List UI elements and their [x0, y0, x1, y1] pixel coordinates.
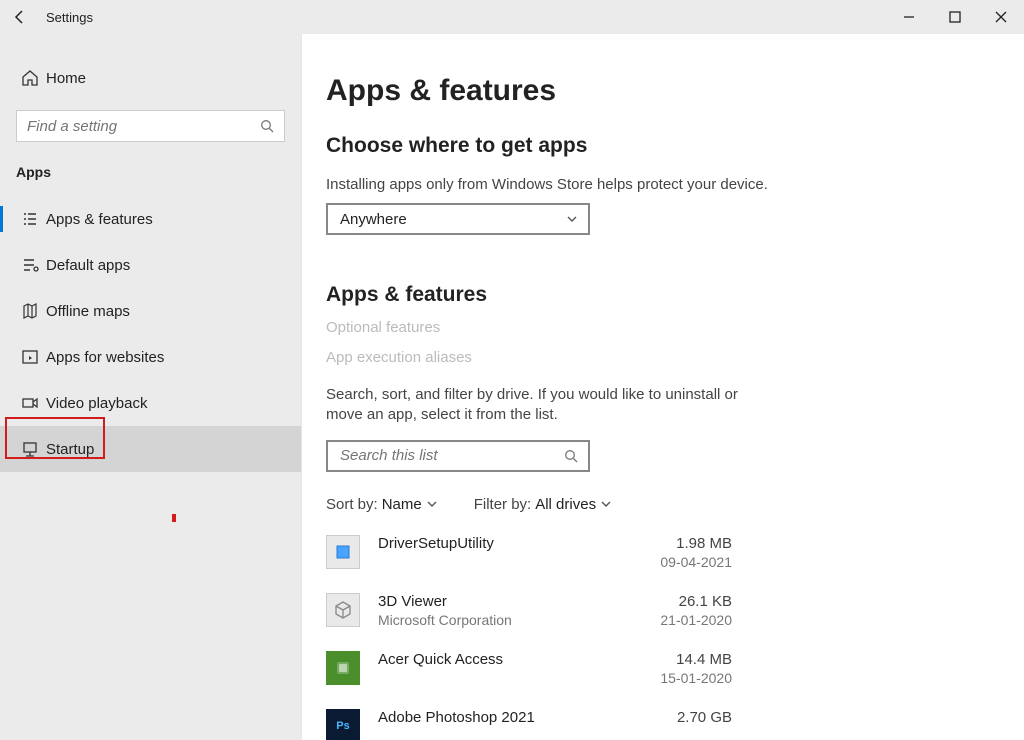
- app-icon: Ps: [326, 709, 360, 740]
- sidebar-item-label: Apps for websites: [46, 349, 164, 366]
- sidebar-item-default-apps[interactable]: Default apps: [0, 242, 301, 288]
- app-vendor: Microsoft Corporation: [378, 612, 512, 628]
- app-execution-aliases-link[interactable]: App execution aliases: [326, 349, 472, 366]
- app-size: 14.4 MB: [660, 651, 732, 668]
- app-name: DriverSetupUtility: [378, 535, 494, 552]
- main-content: Apps & features Choose where to get apps…: [302, 34, 1024, 740]
- sidebar-item-label: Apps & features: [46, 211, 153, 228]
- sort-by-select[interactable]: Sort by: Name: [326, 496, 438, 513]
- app-size: 1.98 MB: [660, 535, 732, 552]
- sidebar-section-title: Apps: [16, 164, 301, 180]
- defaults-icon: [16, 256, 44, 274]
- app-source-value: Anywhere: [340, 211, 407, 228]
- startup-icon: [16, 440, 44, 458]
- window-title: Settings: [46, 10, 93, 25]
- optional-features-link[interactable]: Optional features: [326, 319, 440, 336]
- search-icon: [260, 119, 274, 133]
- app-date: 21-01-2020: [660, 612, 732, 628]
- list-icon: [16, 210, 44, 228]
- app-row[interactable]: 3D Viewer Microsoft Corporation 26.1 KB …: [326, 593, 736, 651]
- filter-by-select[interactable]: Filter by: All drives: [474, 496, 612, 513]
- app-name: Acer Quick Access: [378, 651, 503, 668]
- sort-label: Sort by:: [326, 496, 378, 513]
- filter-value: All drives: [535, 496, 596, 513]
- sidebar-item-startup[interactable]: Startup: [0, 426, 301, 472]
- home-icon: [16, 69, 44, 87]
- home-nav[interactable]: Home: [0, 56, 301, 100]
- close-button[interactable]: [978, 0, 1024, 34]
- cursor-indicator: [172, 514, 176, 522]
- search-list-input[interactable]: [340, 447, 564, 464]
- app-icon: [326, 651, 360, 685]
- find-setting-input[interactable]: [27, 118, 260, 135]
- sidebar-item-offline-maps[interactable]: Offline maps: [0, 288, 301, 334]
- sidebar-item-apps-features[interactable]: Apps & features: [0, 196, 301, 242]
- app-row[interactable]: Acer Quick Access 14.4 MB 15-01-2020: [326, 651, 736, 709]
- sidebar-item-label: Video playback: [46, 395, 147, 412]
- find-setting-search[interactable]: [16, 110, 285, 142]
- back-button[interactable]: [0, 0, 40, 34]
- chevron-down-icon: [600, 498, 612, 510]
- app-name: 3D Viewer: [378, 593, 512, 610]
- sidebar-item-apps-websites[interactable]: Apps for websites: [0, 334, 301, 380]
- sidebar-item-label: Default apps: [46, 257, 130, 274]
- app-date: 15-01-2020: [660, 670, 732, 686]
- home-label: Home: [46, 70, 86, 87]
- sidebar-item-label: Offline maps: [46, 303, 130, 320]
- app-size: 2.70 GB: [677, 709, 732, 726]
- app-row[interactable]: DriverSetupUtility 1.98 MB 09-04-2021: [326, 535, 736, 593]
- app-row[interactable]: Ps Adobe Photoshop 2021 2.70 GB: [326, 709, 736, 740]
- app-list: DriverSetupUtility 1.98 MB 09-04-2021 3D…: [326, 535, 736, 740]
- list-description: Search, sort, and filter by drive. If yo…: [326, 385, 746, 426]
- app-source-select[interactable]: Anywhere: [326, 203, 590, 235]
- sidebar: Home Apps Apps & features: [0, 34, 302, 740]
- minimize-button[interactable]: [886, 0, 932, 34]
- chevron-down-icon: [426, 498, 438, 510]
- sidebar-item-video-playback[interactable]: Video playback: [0, 380, 301, 426]
- app-name: Adobe Photoshop 2021: [378, 709, 535, 726]
- search-list-box[interactable]: [326, 440, 590, 472]
- title-bar: Settings: [0, 0, 1024, 34]
- map-icon: [16, 302, 44, 320]
- app-size: 26.1 KB: [660, 593, 732, 610]
- sidebar-item-label: Startup: [46, 441, 94, 458]
- chevron-down-icon: [566, 213, 578, 225]
- app-date: 09-04-2021: [660, 554, 732, 570]
- filter-label: Filter by:: [474, 496, 532, 513]
- app-icon: [326, 535, 360, 569]
- choose-heading: Choose where to get apps: [326, 134, 1004, 158]
- page-title: Apps & features: [326, 74, 1004, 108]
- apps-heading: Apps & features: [326, 283, 1004, 307]
- choose-description: Installing apps only from Windows Store …: [326, 176, 1004, 193]
- app-icon: [326, 593, 360, 627]
- search-icon: [564, 449, 578, 463]
- maximize-button[interactable]: [932, 0, 978, 34]
- website-icon: [16, 348, 44, 366]
- video-icon: [16, 394, 44, 412]
- sort-value: Name: [382, 496, 422, 513]
